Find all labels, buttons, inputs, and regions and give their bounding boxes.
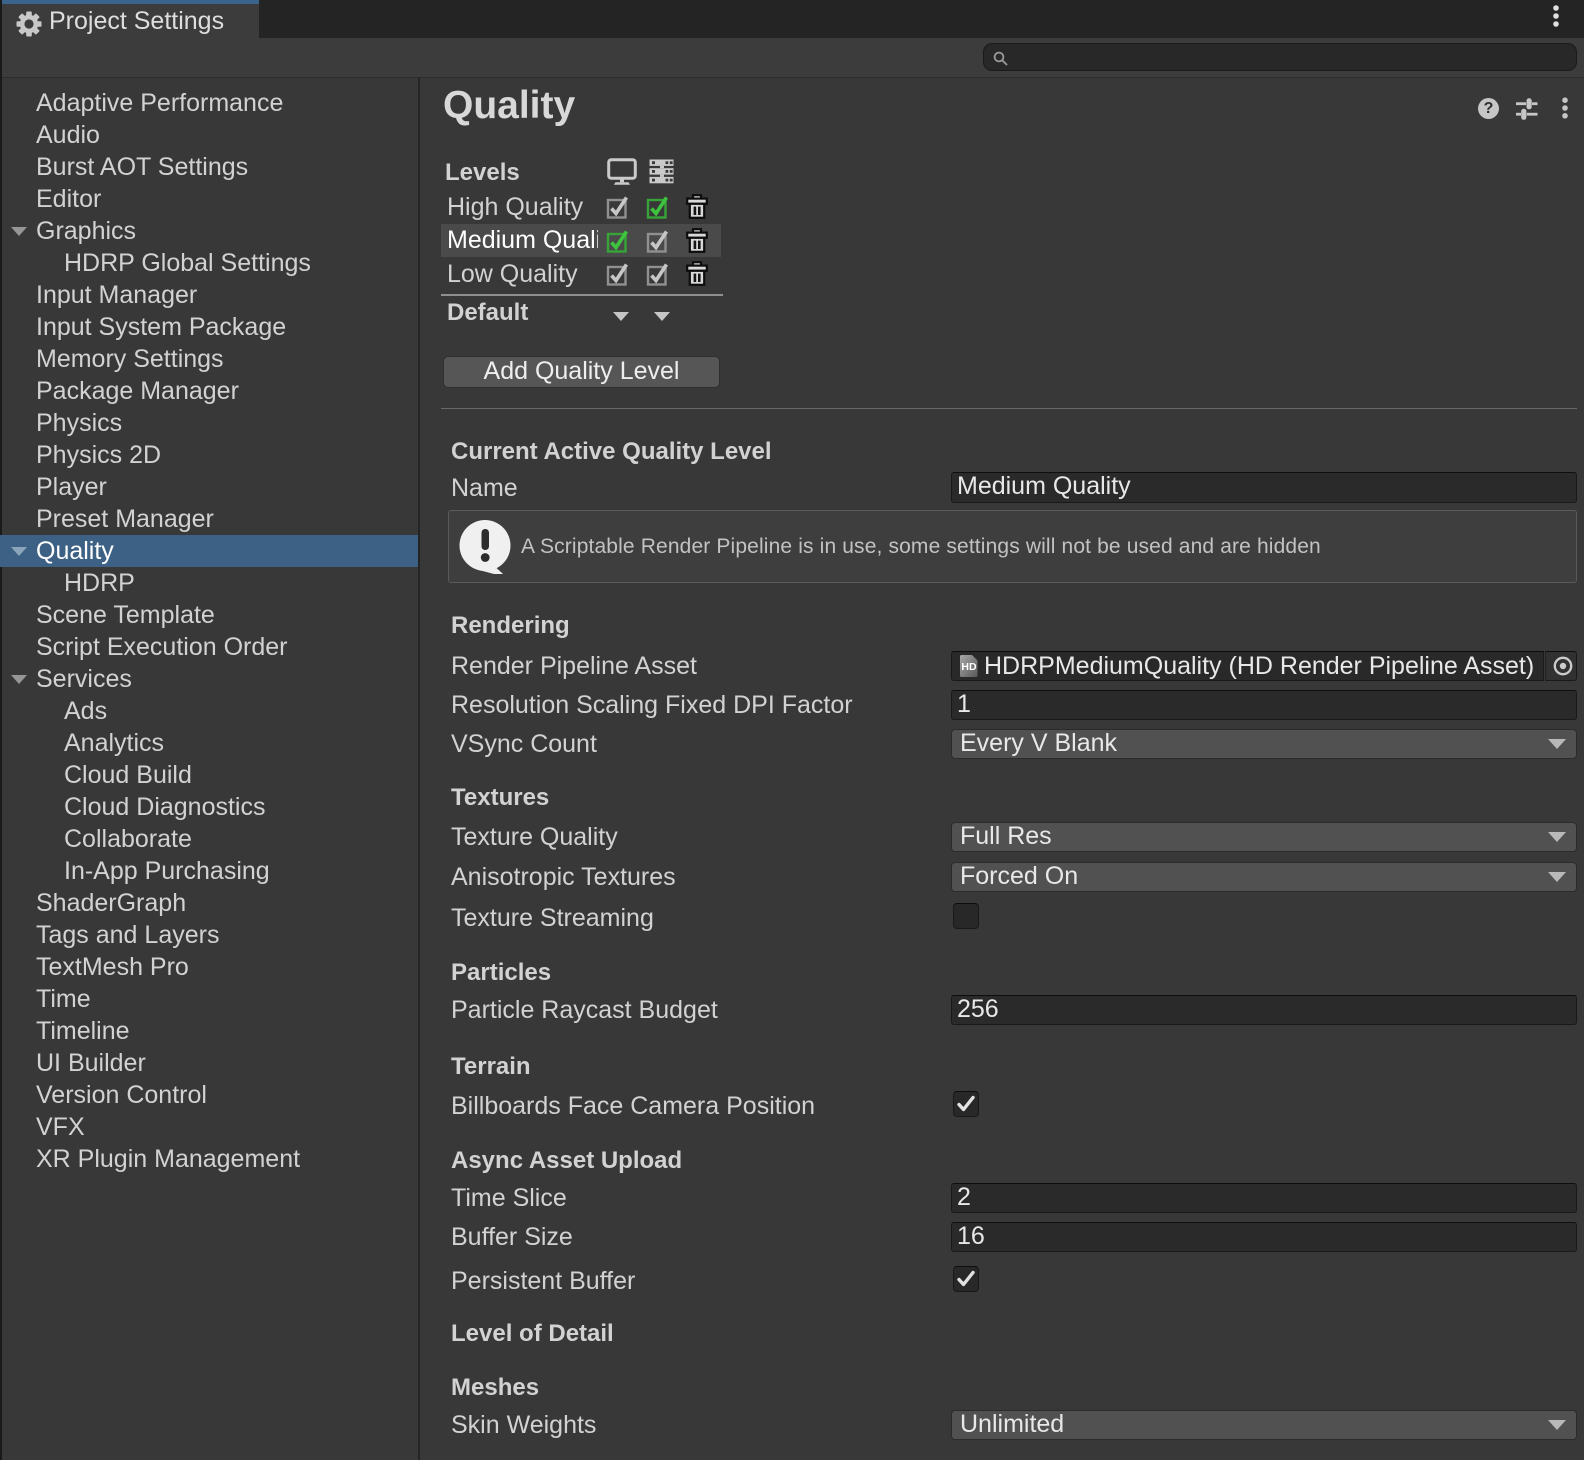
svg-text:HD: HD [961, 661, 977, 673]
